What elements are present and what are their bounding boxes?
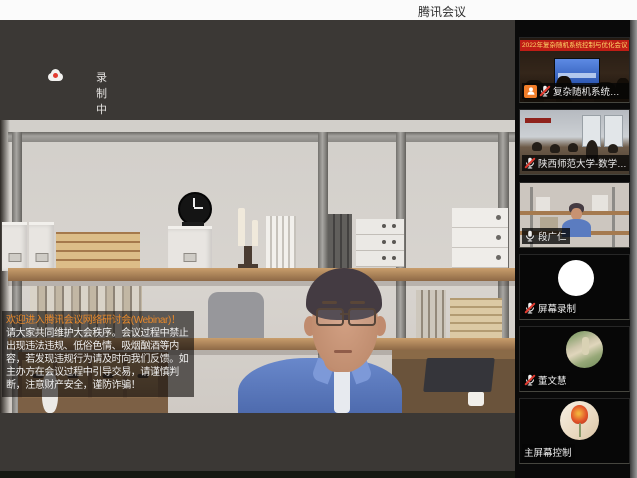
- participant-tile[interactable]: 董文慧: [519, 326, 630, 392]
- recording-label: 录制中: [96, 69, 107, 117]
- participant-label: 董文慧: [522, 372, 570, 388]
- avatar: [558, 260, 594, 296]
- participant-tile[interactable]: 2022年复杂随机系统控制与优化会议: [519, 37, 630, 103]
- sidebar-scrollbar[interactable]: [630, 20, 637, 478]
- clock-decoration: [178, 192, 212, 226]
- mic-muted-icon: [539, 85, 551, 97]
- participant-name: 复杂随机系统控制与...: [553, 84, 628, 98]
- avatar: [566, 331, 603, 368]
- mic-on-icon: [524, 230, 536, 242]
- participant-tile[interactable]: 陕西师范大学-数学与统...: [519, 109, 630, 175]
- participant-name: 段广仁: [538, 229, 567, 243]
- mic-muted-icon: [524, 302, 536, 314]
- conference-banner: 2022年复杂随机系统控制与优化会议: [520, 40, 629, 51]
- announcement-body: 请大家共同维护大会秩序。会议过程中禁止出现违法违规、低俗色情、吸烟酗酒等内容，若…: [6, 328, 188, 391]
- participant-label: 复杂随机系统控制与...: [522, 83, 630, 99]
- window-title: 腾讯会议: [418, 3, 466, 20]
- mic-muted-icon: [524, 374, 536, 386]
- participant-name: 陕西师范大学-数学与统...: [538, 156, 628, 170]
- announcement-title: 欢迎进入腾讯会议网络研讨会(Webinar)！: [6, 315, 181, 326]
- announcement-overlay: 欢迎进入腾讯会议网络研讨会(Webinar)！ 请大家共同维护大会秩序。会议过程…: [2, 311, 194, 397]
- avatar: [560, 401, 599, 440]
- participants-sidebar: 2022年复杂随机系统控制与优化会议: [515, 20, 637, 478]
- recording-indicator: 录制中: [46, 69, 65, 82]
- participant-label: 主屏幕控制: [522, 444, 575, 460]
- participant-name: 主屏幕控制: [524, 445, 572, 459]
- participant-tile[interactable]: 屏幕录制: [519, 254, 630, 320]
- main-video-region[interactable]: 录制中: [0, 20, 515, 471]
- participant-label: 屏幕录制: [522, 300, 579, 316]
- participant-tile[interactable]: 段广仁: [519, 182, 630, 248]
- participant-label: 陕西师范大学-数学与统...: [522, 155, 630, 171]
- participant-tile[interactable]: 主屏幕控制: [519, 398, 630, 464]
- participant-label: 段广仁: [522, 228, 570, 244]
- host-person-icon: [524, 85, 537, 98]
- window-titlebar: 腾讯会议: [0, 0, 637, 21]
- cloud-recording-icon: [46, 69, 65, 82]
- mic-muted-icon: [524, 157, 536, 169]
- participant-name: 屏幕录制: [538, 301, 576, 315]
- participant-name: 董文慧: [538, 373, 567, 387]
